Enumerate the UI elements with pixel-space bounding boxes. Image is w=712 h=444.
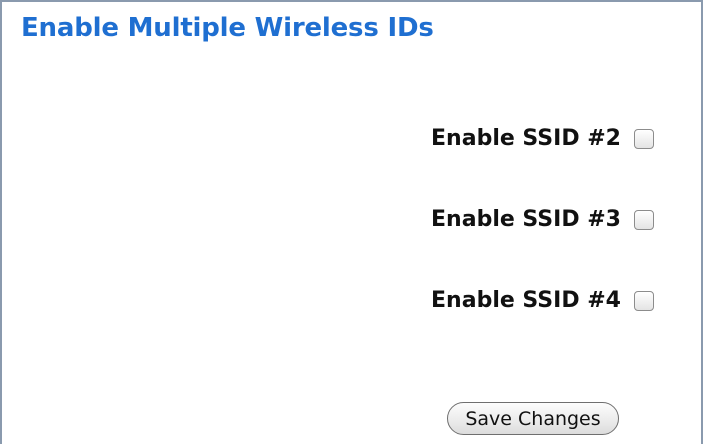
ssid-4-row: Enable SSID #4	[2, 288, 654, 313]
ssid-2-checkbox[interactable]	[634, 128, 654, 149]
ssid-2-label: Enable SSID #2	[431, 126, 621, 151]
save-changes-button[interactable]: Save Changes	[447, 402, 619, 435]
ssid-3-checkbox[interactable]	[634, 209, 654, 230]
ssid-2-row: Enable SSID #2	[2, 126, 654, 151]
ssid-3-label: Enable SSID #3	[431, 207, 621, 232]
settings-panel: Enable Multiple Wireless IDs Enable SSID…	[0, 0, 703, 444]
ssid-3-row: Enable SSID #3	[2, 207, 654, 232]
ssid-4-checkbox[interactable]	[634, 290, 654, 311]
ssid-4-label: Enable SSID #4	[431, 288, 621, 313]
page-title: Enable Multiple Wireless IDs	[21, 13, 434, 43]
